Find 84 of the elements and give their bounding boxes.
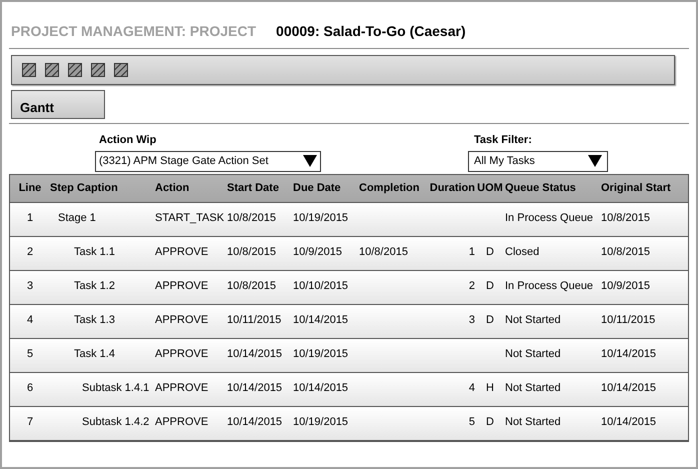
table-cell-text: 10/14/2015 <box>227 415 284 430</box>
action-wip-dropdown[interactable]: (3321) APM Stage Gate Action Set <box>95 150 321 172</box>
table-cell-text: 10/11/2015 <box>601 313 656 328</box>
table-cell-text: APPROVE <box>155 279 210 294</box>
table-cell-text: 10/19/2015 <box>293 347 350 362</box>
table-cell-text: 10/8/2015 <box>601 245 651 260</box>
column-header[interactable]: Completion <box>359 180 425 197</box>
table-cell-text: 2 <box>468 279 475 294</box>
dropdown-arrow-icon <box>303 155 317 167</box>
table-cell-text: 1 <box>26 211 34 226</box>
table-cell-text: 10/8/2015 <box>227 279 277 294</box>
placeholder-icon[interactable] <box>91 63 105 77</box>
table-cell-text: Not Started <box>505 313 562 328</box>
table-cell-text: START_TASK <box>155 211 226 226</box>
table-cell-text: 7 <box>26 415 34 430</box>
table-cell-text: 4 <box>468 381 475 396</box>
table-cell-text: 10/14/2015 <box>293 381 350 396</box>
table-cell-text: 10/14/2015 <box>293 313 350 328</box>
table-cell-text: 10/8/2015 <box>227 211 277 226</box>
table-cell-text: Not Started <box>505 381 562 396</box>
table-cell-text: 10/14/2015 <box>601 415 658 430</box>
table-cell-text: 10/8/2015 <box>359 245 409 260</box>
table-cell-text: Task 1.4 <box>73 347 116 362</box>
column-header[interactable]: Duration <box>425 180 475 197</box>
task-filter-label: Task Filter: <box>473 133 533 148</box>
table-cell-text: D <box>485 245 495 260</box>
table-cell-text: D <box>485 279 495 294</box>
column-header[interactable]: Original Start <box>601 180 679 197</box>
table-cell-text: 4 <box>26 313 34 328</box>
column-header[interactable]: UOM <box>475 180 505 197</box>
table-cell-text: 10/19/2015 <box>293 415 350 430</box>
gantt-button[interactable]: Gantt <box>11 90 105 119</box>
column-header[interactable]: Action <box>155 180 227 197</box>
table-cell-text: Closed <box>505 245 540 260</box>
table-cell-text: Not Started <box>505 415 562 430</box>
table-cell-text: 2 <box>26 245 34 260</box>
task-filter-dropdown[interactable]: All My Tasks <box>468 150 608 172</box>
table-cell-text: 10/11/2015 <box>227 313 282 328</box>
column-header[interactable]: Step Caption <box>50 180 155 197</box>
table-cell-text: APPROVE <box>155 313 210 328</box>
table-cell-text: 10/10/2015 <box>293 279 350 294</box>
table-cell-text: 5 <box>468 415 475 430</box>
column-header[interactable]: Start Date <box>227 180 293 197</box>
placeholder-icon[interactable] <box>68 63 82 77</box>
table-cell-text: In Process Queue <box>505 279 594 294</box>
table-cell-text: In Process Queue <box>505 211 594 226</box>
table-cell-text: 10/14/2015 <box>601 347 658 362</box>
table-cell-text: 5 <box>26 347 34 362</box>
table-cell-text: APPROVE <box>155 415 210 430</box>
column-header[interactable]: Due Date <box>293 180 359 197</box>
table-cell-text: 10/8/2015 <box>601 211 651 226</box>
placeholder-icon[interactable] <box>22 63 36 77</box>
table-cell-text: D <box>485 313 495 328</box>
table-cell-text: 10/19/2015 <box>293 211 350 226</box>
table-cell-text: 10/9/2015 <box>293 245 343 260</box>
placeholder-icon[interactable] <box>114 63 128 77</box>
table-cell-text: 10/8/2015 <box>227 245 277 260</box>
table-cell-text: 6 <box>26 381 34 396</box>
table-cell-text: 3 <box>468 313 475 328</box>
table-cell-text: 10/14/2015 <box>227 381 284 396</box>
project-title: 00009: Salad-To-Go (Caesar) <box>276 22 466 41</box>
column-header[interactable]: Queue Status <box>505 180 601 197</box>
dropdown-arrow-icon <box>588 155 602 167</box>
table-cell-text: Subtask 1.4.2 <box>81 415 150 430</box>
table-cell-text: APPROVE <box>155 245 210 260</box>
placeholder-icon[interactable] <box>45 63 59 77</box>
module-title: PROJECT MANAGEMENT: PROJECT <box>11 22 256 41</box>
table-cell-text: APPROVE <box>155 381 210 396</box>
table-cell-text: Task 1.1 <box>73 245 116 260</box>
table-cell-text: D <box>485 415 495 430</box>
table-cell-text: Not Started <box>505 347 562 362</box>
table-cell-text: 10/14/2015 <box>601 381 658 396</box>
table-cell-text: 10/14/2015 <box>227 347 284 362</box>
table-cell-text: H <box>485 381 495 396</box>
table-cell-text: Subtask 1.4.1 <box>81 381 150 396</box>
column-header[interactable]: Line <box>10 180 50 197</box>
table-cell-text: Task 1.3 <box>73 313 116 328</box>
action-wip-label: Action Wip <box>98 133 158 148</box>
table-cell-text: APPROVE <box>155 347 210 362</box>
table-cell-text: Task 1.2 <box>73 279 116 294</box>
table-cell-text: 3 <box>26 279 34 294</box>
table-cell-text: 1 <box>468 245 475 260</box>
table-cell-text: Stage 1 <box>57 211 97 226</box>
table-cell-text: 10/9/2015 <box>601 279 651 294</box>
